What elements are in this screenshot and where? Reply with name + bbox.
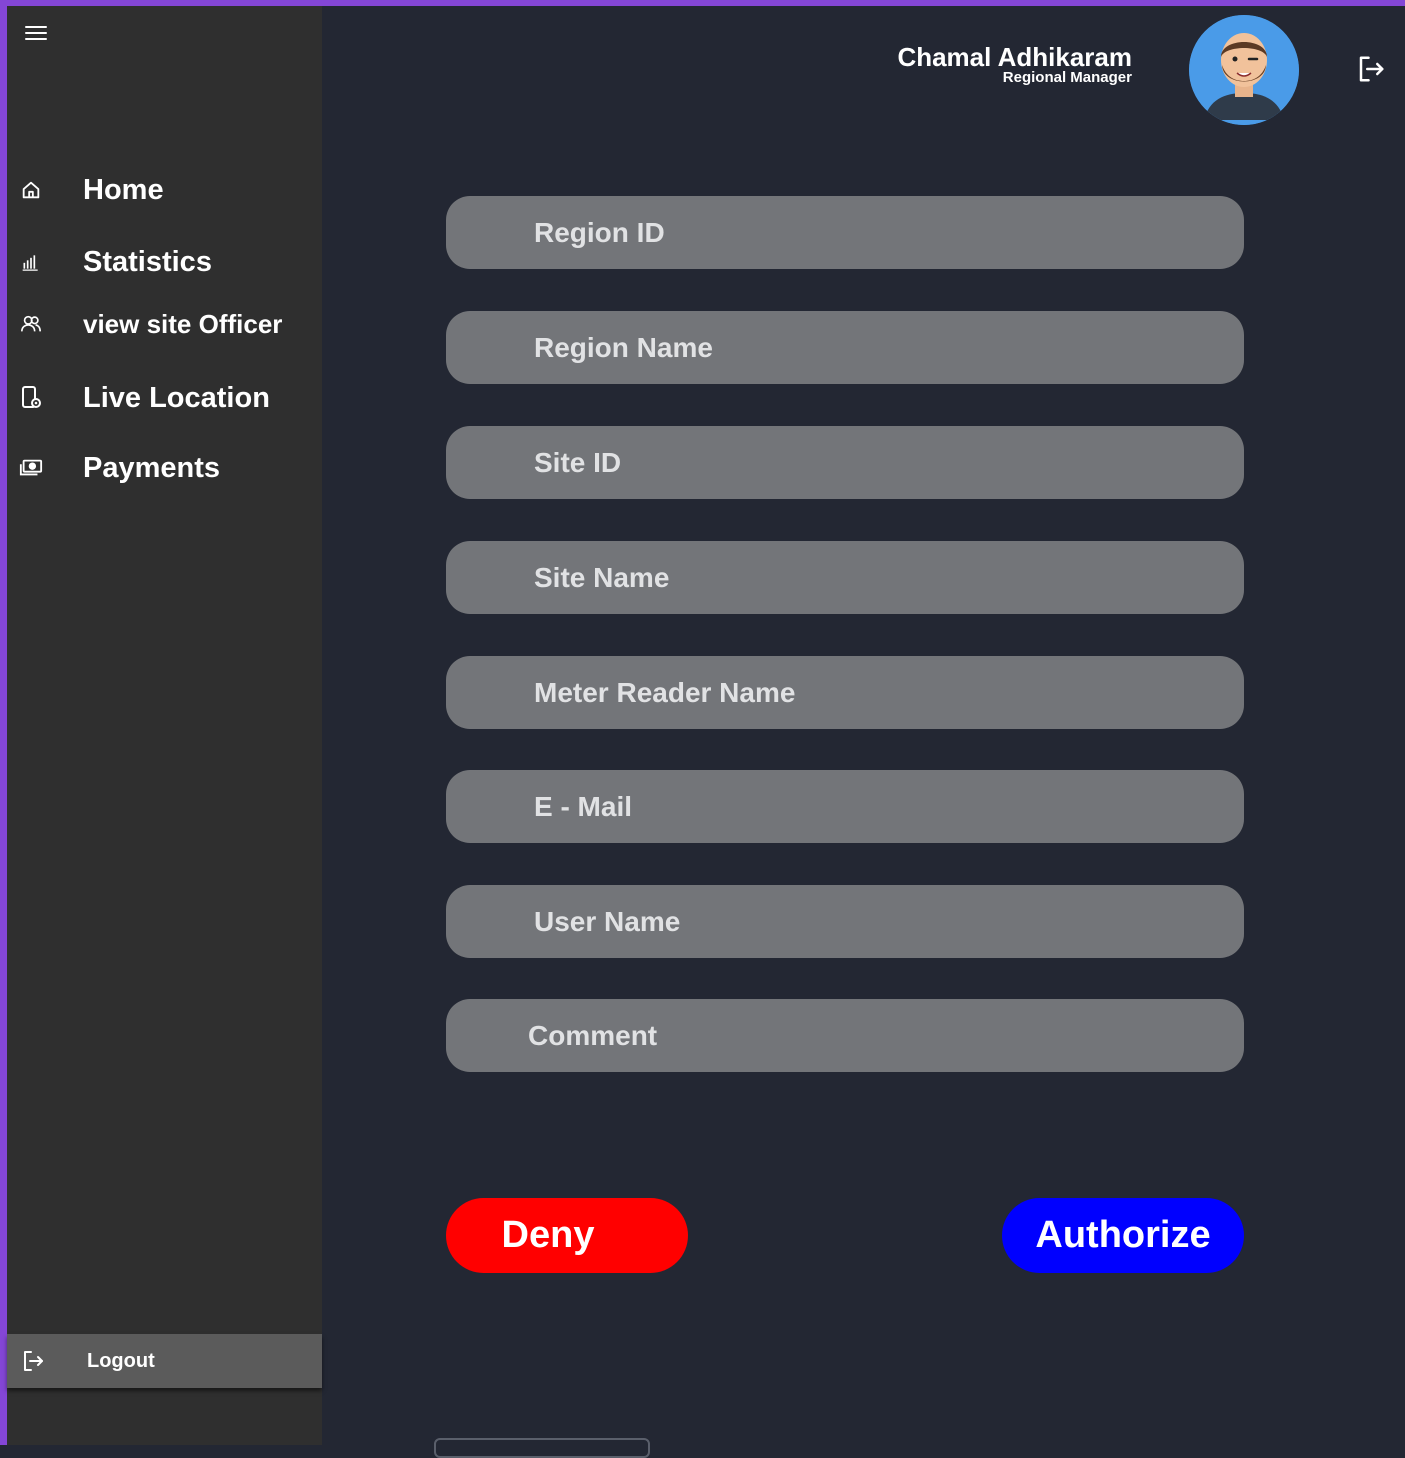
sidebar-item-label: Live Location xyxy=(83,381,270,414)
money-icon xyxy=(19,456,43,480)
field-placeholder: Region Name xyxy=(534,331,713,363)
field-placeholder: E - Mail xyxy=(534,790,633,822)
bar-chart-icon xyxy=(19,250,43,274)
field-placeholder: Site Name xyxy=(534,561,670,593)
sidebar-item-label: Statistics xyxy=(83,245,212,278)
sidebar-logout-button[interactable]: Logout xyxy=(7,1334,322,1388)
header-logout-icon[interactable] xyxy=(1356,54,1386,84)
sidebar-item-label: Payments xyxy=(83,451,221,484)
logout-label: Logout xyxy=(87,1349,155,1372)
site-name-field[interactable]: Site Name xyxy=(446,541,1244,614)
bottom-tab-outline xyxy=(434,1438,650,1458)
meter-reader-name-field[interactable]: Meter Reader Name xyxy=(446,656,1244,729)
field-placeholder: Meter Reader Name xyxy=(534,676,796,708)
avatar[interactable] xyxy=(1189,15,1299,125)
email-field[interactable]: E - Mail xyxy=(446,770,1244,843)
home-icon xyxy=(19,178,43,202)
field-placeholder: Site ID xyxy=(534,446,622,478)
sidebar: Home Statistics view site Officer Live L… xyxy=(7,6,322,1445)
user-role: Regional Manager xyxy=(1002,69,1132,86)
sidebar-item-payments[interactable]: Payments xyxy=(7,443,322,493)
sidebar-item-view-site-officer[interactable]: view site Officer xyxy=(7,299,322,349)
sidebar-item-live-location[interactable]: Live Location xyxy=(7,373,322,423)
field-placeholder: User Name xyxy=(534,905,681,937)
users-icon xyxy=(19,312,43,336)
phone-location-icon xyxy=(19,386,43,410)
region-name-field[interactable]: Region Name xyxy=(446,311,1244,384)
hamburger-menu-icon[interactable] xyxy=(25,26,47,42)
region-id-field[interactable]: Region ID xyxy=(446,196,1244,269)
site-id-field[interactable]: Site ID xyxy=(446,426,1244,499)
field-placeholder: Comment xyxy=(528,1019,658,1051)
sidebar-item-statistics[interactable]: Statistics xyxy=(7,237,322,287)
logout-icon xyxy=(21,1349,45,1373)
comment-field[interactable]: Comment xyxy=(446,999,1244,1072)
deny-button[interactable]: Deny xyxy=(446,1198,688,1273)
user-name-field[interactable]: User Name xyxy=(446,885,1244,958)
field-placeholder: Region ID xyxy=(534,216,665,248)
sidebar-item-label: view site Officer xyxy=(83,308,283,339)
window-frame-left xyxy=(0,0,7,1445)
authorize-button[interactable]: Authorize xyxy=(1002,1198,1244,1273)
sidebar-item-label: Home xyxy=(83,173,164,206)
sidebar-item-home[interactable]: Home xyxy=(7,165,322,215)
